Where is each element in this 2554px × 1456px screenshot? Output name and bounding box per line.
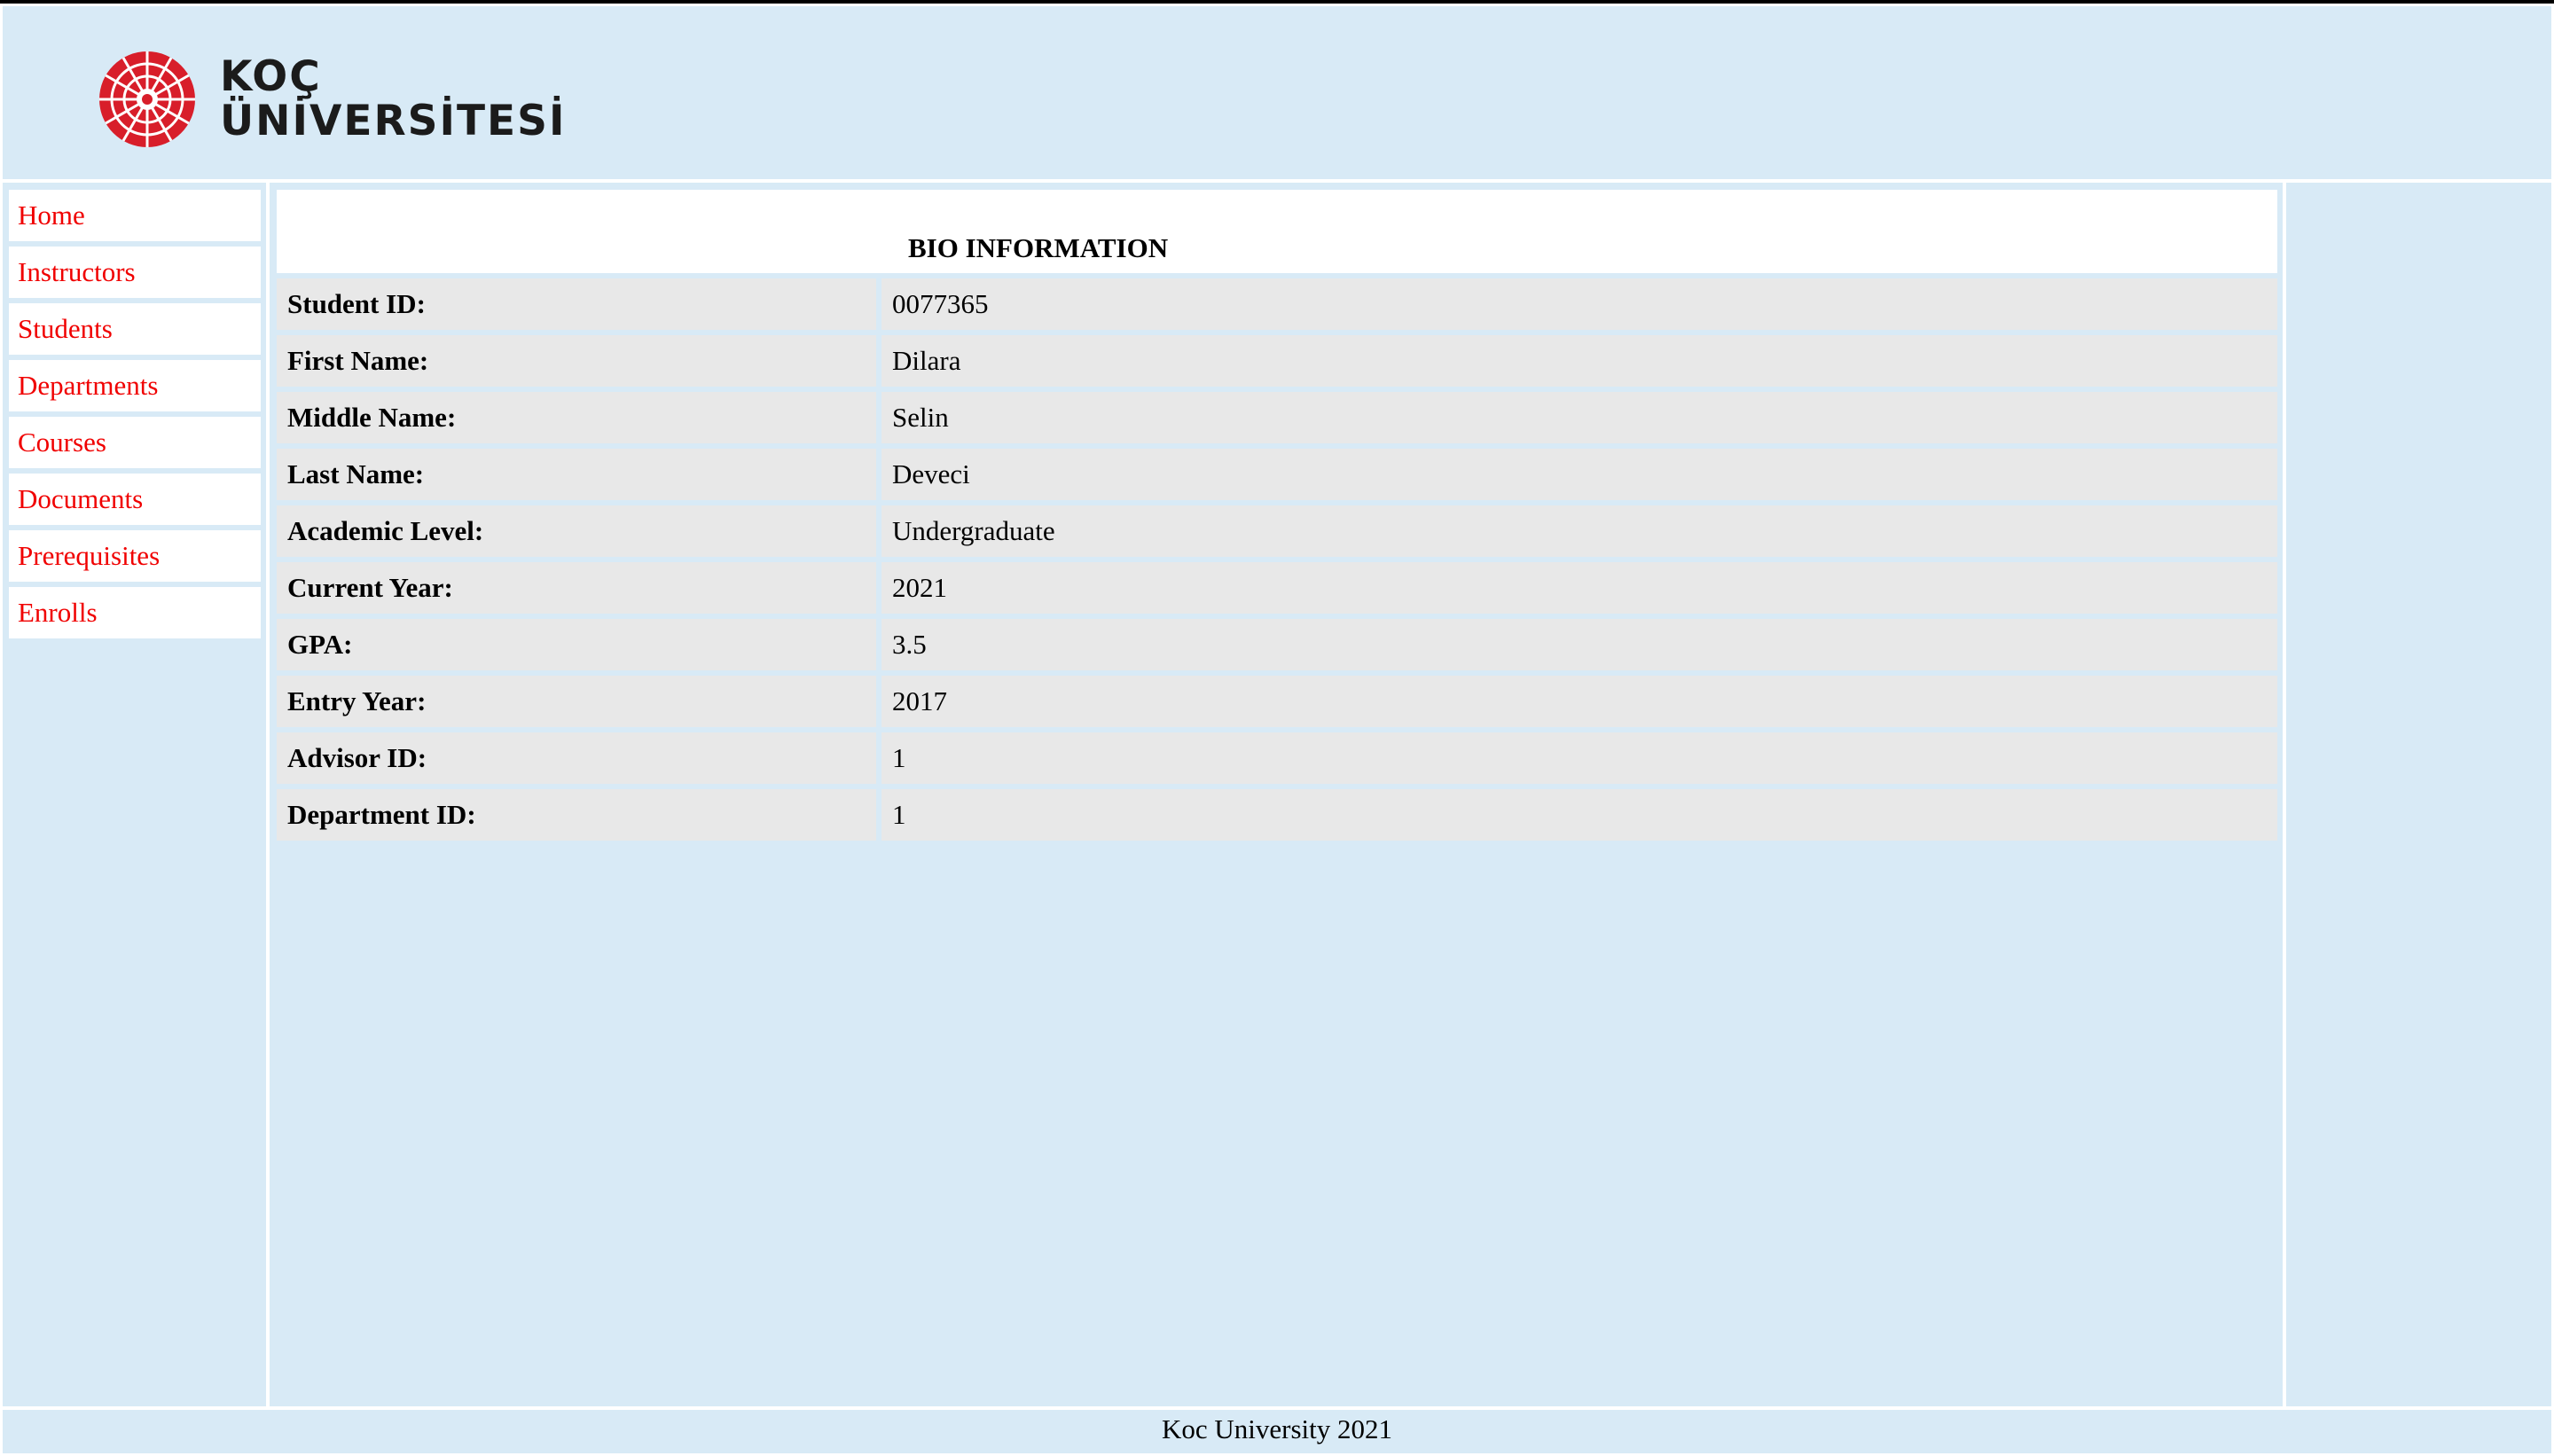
- bio-label: Department ID:: [277, 789, 876, 841]
- bio-row-department-id: Department ID: 1: [277, 789, 2277, 841]
- university-name-line2: ÜNİVERSİTESİ: [220, 97, 567, 145]
- university-name: KOÇ ÜNİVERSİTESİ: [220, 55, 567, 144]
- bio-label: First Name:: [277, 335, 876, 387]
- koc-university-emblem-icon: [99, 51, 195, 147]
- bio-information-title: BIO INFORMATION: [277, 190, 2277, 273]
- bio-row-advisor-id: Advisor ID: 1: [277, 732, 2277, 784]
- nav-item-documents[interactable]: Documents: [9, 474, 261, 525]
- university-logo[interactable]: KOÇ ÜNİVERSİTESİ: [92, 50, 567, 149]
- bio-row-current-year: Current Year: 2021: [277, 562, 2277, 614]
- header-divider: [0, 179, 2554, 183]
- nav-item-enrolls[interactable]: Enrolls: [9, 587, 261, 638]
- sidebar-divider: [266, 181, 270, 1408]
- footer-copyright: Koc University 2021: [1161, 1413, 1393, 1444]
- bio-value: 2021: [881, 562, 2277, 614]
- university-name-line1: KOÇ: [220, 52, 322, 101]
- bio-label: GPA:: [277, 619, 876, 670]
- bio-row-last-name: Last Name: Deveci: [277, 449, 2277, 500]
- bio-label: Entry Year:: [277, 676, 876, 727]
- nav-item-courses[interactable]: Courses: [9, 417, 261, 468]
- bio-label: Current Year:: [277, 562, 876, 614]
- bio-row-student-id: Student ID: 0077365: [277, 278, 2277, 330]
- bio-value: Dilara: [881, 335, 2277, 387]
- bio-value: 1: [881, 789, 2277, 841]
- sidebar-nav: Home Instructors Students Departments Co…: [9, 190, 261, 644]
- bio-row-first-name: First Name: Dilara: [277, 335, 2277, 387]
- nav-item-instructors[interactable]: Instructors: [9, 247, 261, 298]
- bio-label: Academic Level:: [277, 505, 876, 557]
- bio-information-panel: BIO INFORMATION Student ID: 0077365 Firs…: [277, 190, 2277, 846]
- right-column-divider: [2283, 181, 2286, 1408]
- nav-item-departments[interactable]: Departments: [9, 360, 261, 411]
- bio-value: 1: [881, 732, 2277, 784]
- bio-value: Deveci: [881, 449, 2277, 500]
- bio-label: Middle Name:: [277, 392, 876, 443]
- bio-value: Undergraduate: [881, 505, 2277, 557]
- bio-row-gpa: GPA: 3.5: [277, 619, 2277, 670]
- bio-row-middle-name: Middle Name: Selin: [277, 392, 2277, 443]
- nav-item-home[interactable]: Home: [9, 190, 261, 241]
- nav-item-prerequisites[interactable]: Prerequisites: [9, 530, 261, 582]
- bio-label: Student ID:: [277, 278, 876, 330]
- bio-row-entry-year: Entry Year: 2017: [277, 676, 2277, 727]
- bio-value: 0077365: [881, 278, 2277, 330]
- nav-item-students[interactable]: Students: [9, 303, 261, 355]
- bio-value: 3.5: [881, 619, 2277, 670]
- bio-value: Selin: [881, 392, 2277, 443]
- bio-label: Last Name:: [277, 449, 876, 500]
- bio-value: 2017: [881, 676, 2277, 727]
- bio-row-academic-level: Academic Level: Undergraduate: [277, 505, 2277, 557]
- bio-label: Advisor ID:: [277, 732, 876, 784]
